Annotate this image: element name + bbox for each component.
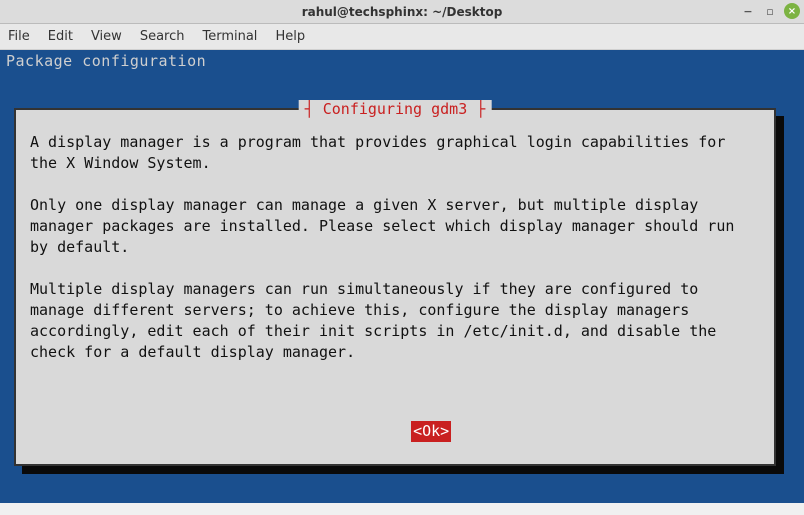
dialog-title-text: Configuring gdm3	[323, 100, 468, 118]
menubar: File Edit View Search Terminal Help	[0, 24, 804, 50]
terminal-header-text: Package configuration	[0, 50, 804, 74]
window-title: rahul@techsphinx: ~/Desktop	[302, 5, 503, 19]
dialog-body: A display manager is a program that prov…	[16, 110, 774, 515]
menu-help[interactable]: Help	[275, 29, 305, 44]
maximize-icon[interactable]: ▫	[762, 3, 778, 19]
dialog-paragraph-1: A display manager is a program that prov…	[30, 133, 734, 172]
window-controls: − ▫ ×	[740, 3, 800, 19]
dialog-title: ┤ Configuring gdm3 ├	[299, 100, 492, 118]
dialog-paragraph-3: Multiple display managers can run simult…	[30, 280, 725, 361]
menu-terminal[interactable]: Terminal	[202, 29, 257, 44]
minimize-icon[interactable]: −	[740, 3, 756, 19]
menu-edit[interactable]: Edit	[48, 29, 73, 44]
dialog-paragraph-2: Only one display manager can manage a gi…	[30, 196, 743, 256]
menu-file[interactable]: File	[8, 29, 30, 44]
config-dialog: ┤ Configuring gdm3 ├ A display manager i…	[14, 108, 776, 466]
ok-button-row: <Ok>	[30, 400, 760, 463]
menu-search[interactable]: Search	[140, 29, 185, 44]
window-titlebar: rahul@techsphinx: ~/Desktop − ▫ ×	[0, 0, 804, 24]
terminal-area[interactable]: Package configuration ┤ Configuring gdm3…	[0, 50, 804, 503]
ok-button[interactable]: <Ok>	[411, 421, 451, 442]
close-icon[interactable]: ×	[784, 3, 800, 19]
menu-view[interactable]: View	[91, 29, 122, 44]
